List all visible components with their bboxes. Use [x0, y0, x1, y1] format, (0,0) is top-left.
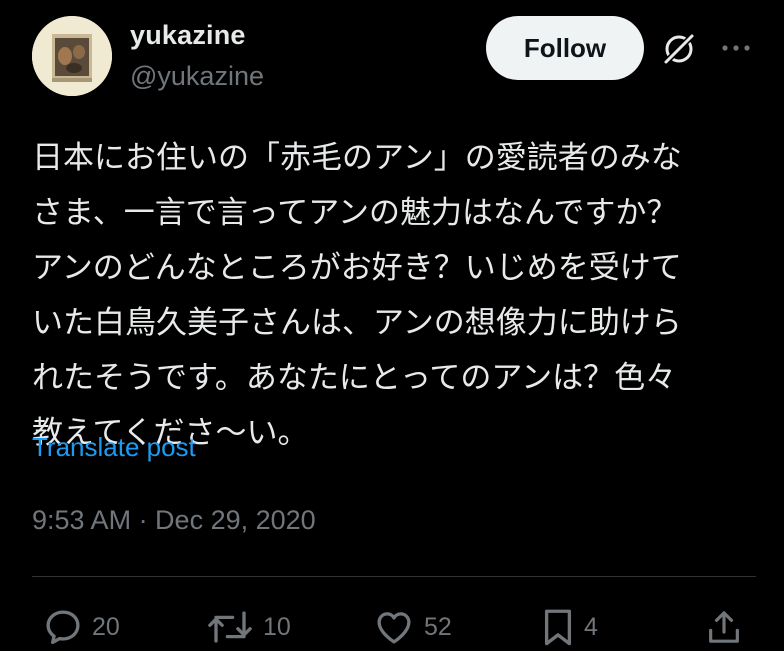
- repost-icon: [208, 611, 252, 643]
- tweet-text: 日本にお住いの「赤毛のアン」の愛読者のみな さま、一言で言ってアンの魅力はなんで…: [32, 131, 762, 461]
- like-count: 52: [424, 612, 452, 641]
- divider: [32, 576, 756, 577]
- reply-button[interactable]: 20: [42, 605, 120, 649]
- author-handle[interactable]: @yukazine: [130, 61, 264, 92]
- translate-post-link[interactable]: Translate post: [32, 432, 196, 463]
- tweet-text-line: さま、一言で言ってアンの魅力はなんですか？: [32, 195, 678, 231]
- avatar-image: [32, 16, 112, 96]
- share-icon: [709, 611, 739, 643]
- author-display-name[interactable]: yukazine: [130, 20, 246, 51]
- bookmark-button[interactable]: 4: [540, 605, 598, 649]
- post-timestamp[interactable]: 9:53 AM · Dec 29, 2020: [32, 505, 316, 536]
- like-icon: [377, 612, 411, 644]
- repost-count: 10: [263, 612, 291, 641]
- bookmark-count: 4: [584, 612, 598, 641]
- tweet-text-line: れたそうです。あなたにとってのアンは？色々: [32, 360, 677, 396]
- more-icon[interactable]: [720, 38, 752, 58]
- follow-button[interactable]: Follow: [486, 16, 644, 80]
- like-button[interactable]: 52: [372, 605, 452, 649]
- reply-icon: [46, 610, 80, 645]
- avatar[interactable]: [32, 16, 112, 96]
- tweet-text-line: アンのどんなところがお好き？いじめを受けて: [32, 250, 682, 286]
- tweet-text-line: いた白鳥久美子さんは、アンの想像力に助けら: [32, 305, 682, 341]
- share-button[interactable]: [704, 605, 744, 649]
- repost-button[interactable]: 10: [205, 605, 291, 649]
- grok-icon[interactable]: [660, 30, 698, 68]
- bookmark-icon: [544, 609, 572, 646]
- reply-count: 20: [92, 612, 120, 641]
- tweet-text-line: 日本にお住いの「赤毛のアン」の愛読者のみな: [32, 140, 682, 176]
